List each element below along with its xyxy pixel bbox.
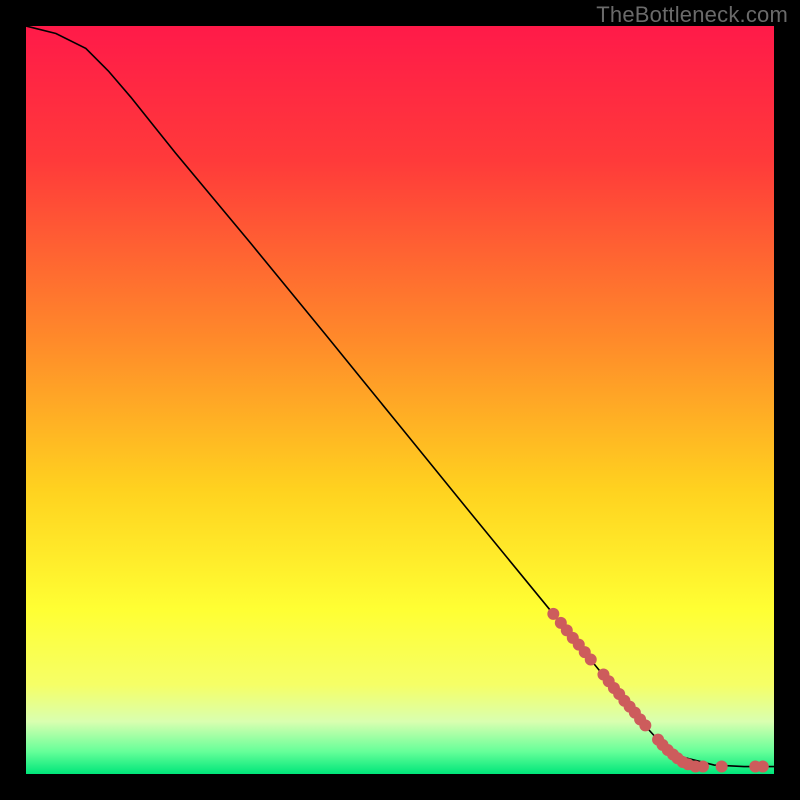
plot-area xyxy=(26,26,774,774)
marker-dot xyxy=(639,719,651,731)
marker-dot xyxy=(585,654,597,666)
marker-dot xyxy=(757,761,769,773)
gradient-background xyxy=(26,26,774,774)
watermark-text: TheBottleneck.com xyxy=(596,2,788,28)
marker-dot xyxy=(697,761,709,773)
chart-frame: TheBottleneck.com xyxy=(0,0,800,800)
plot-svg xyxy=(26,26,774,774)
marker-dot xyxy=(716,761,728,773)
